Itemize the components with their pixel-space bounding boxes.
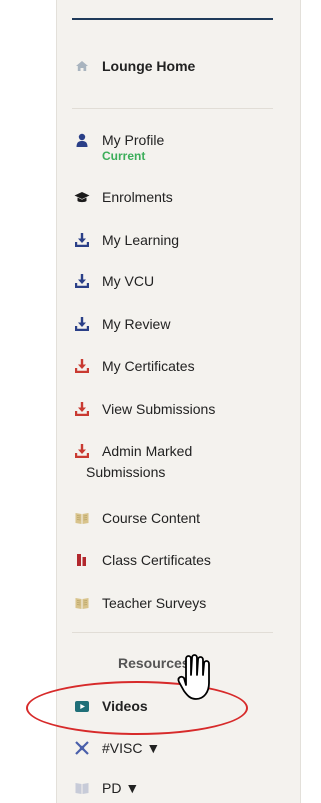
sidebar-item-label: My Review: [102, 316, 171, 332]
dropdown-caret-icon: ▼: [146, 740, 161, 756]
sidebar-item-lounge-home[interactable]: Lounge Home: [74, 57, 281, 75]
sidebar-item-view-submissions[interactable]: View Submissions: [74, 400, 281, 418]
sidebar-item-label: Lounge Home: [102, 58, 196, 74]
sidebar-item-label: My Learning: [102, 232, 180, 248]
sidebar-item-my-profile[interactable]: My Profile Current: [74, 131, 281, 163]
book-icon: [75, 783, 89, 794]
sidebar-item-label: My VCU: [102, 273, 155, 289]
sidebar-item-my-certificates[interactable]: My Certificates: [74, 357, 281, 375]
sidebar-top-rule: [72, 18, 273, 20]
sidebar-item-label: View Submissions: [102, 401, 216, 417]
sidebar-item-label: Teacher Surveys: [102, 595, 207, 611]
sidebar-item-my-learning[interactable]: My Learning: [74, 231, 281, 249]
sidebar-item-label: My Certificates: [102, 358, 195, 374]
user-icon: [76, 133, 88, 147]
video-icon: [75, 701, 89, 712]
divider: [72, 108, 273, 109]
sidebar-item-pd[interactable]: PD ▼: [74, 779, 281, 797]
sidebar-item-label-continued: Submissions: [86, 464, 166, 480]
sidebar-item-teacher-surveys[interactable]: Teacher Surveys: [74, 594, 281, 612]
book-icon: [75, 513, 89, 524]
current-status-label: Current: [102, 149, 146, 163]
download-icon: [75, 402, 89, 416]
download-icon: [75, 359, 89, 373]
sidebar-item-class-certificates[interactable]: Class Certificates: [74, 551, 281, 569]
download-icon: [75, 444, 89, 458]
sidebar-item-label: Course Content: [102, 510, 201, 526]
sidebar-item-enrolments[interactable]: Enrolments: [74, 188, 281, 206]
sidebar-item-label: Enrolments: [102, 189, 173, 205]
sidebar-item-admin-marked-submissions[interactable]: Admin Marked: [74, 442, 281, 460]
sidebar-item-label: Videos: [102, 698, 148, 714]
sidebar-item-visc[interactable]: #VISC ▼: [74, 739, 281, 757]
sidebar-item-course-content[interactable]: Course Content: [74, 509, 281, 527]
graduation-cap-icon: [74, 192, 90, 203]
certificate-bookmark-icon: [77, 554, 86, 566]
download-icon: [75, 317, 89, 331]
sidebar-item-label: Class Certificates: [102, 552, 211, 568]
sidebar-item-label: My Profile: [102, 132, 165, 148]
sidebar-item-my-review[interactable]: My Review: [74, 315, 281, 333]
download-icon: [75, 274, 89, 288]
sidebar-item-my-vcu[interactable]: My VCU: [74, 272, 281, 290]
sidebar-item-label: #VISC: [102, 740, 143, 756]
hand-cursor-icon: [177, 654, 210, 700]
divider: [72, 632, 273, 633]
sidebar-item-label: PD: [102, 780, 122, 796]
dropdown-caret-icon: ▼: [125, 780, 140, 796]
book-icon: [75, 598, 89, 609]
download-icon: [75, 233, 89, 247]
network-x-icon: [75, 741, 89, 755]
sidebar-item-label: Admin Marked: [102, 443, 193, 459]
home-icon: [76, 61, 88, 71]
